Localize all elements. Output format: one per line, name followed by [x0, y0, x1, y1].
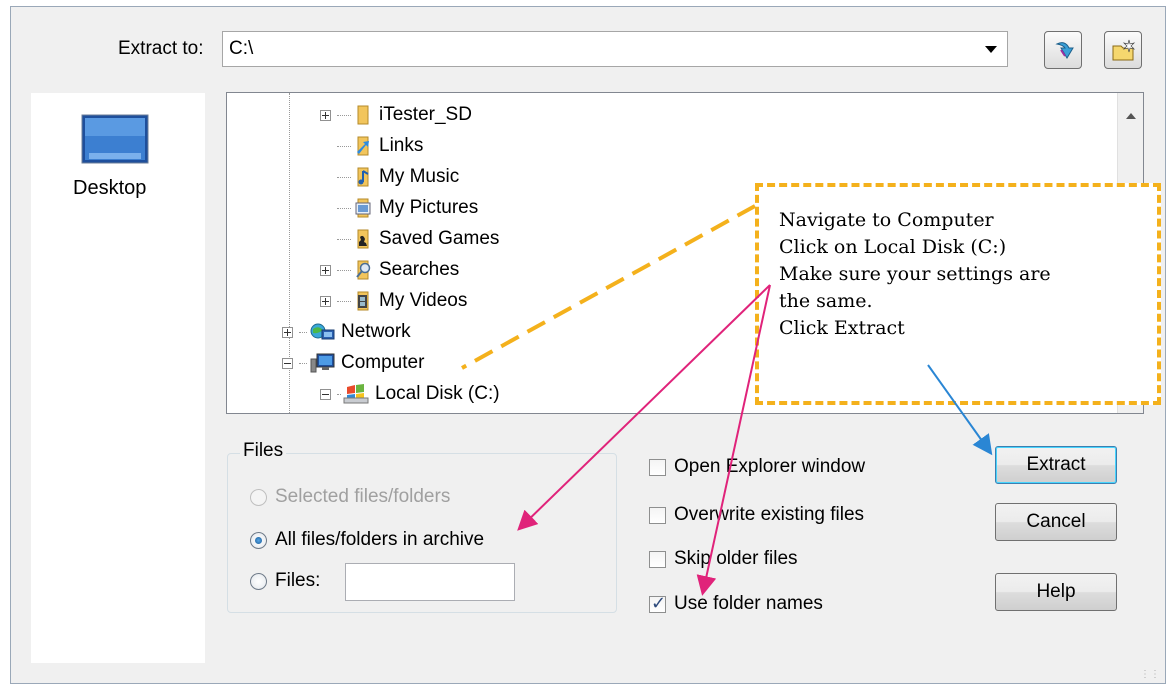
checkbox[interactable] — [649, 506, 666, 524]
tree-item-computer[interactable]: Computer — [282, 349, 424, 377]
network-icon — [309, 322, 335, 342]
tree-item-network[interactable]: Network — [282, 318, 411, 346]
instruction-callout: Navigate to Computer Click on Local Disk… — [755, 183, 1161, 405]
checkbox[interactable] — [649, 458, 666, 476]
desktop-icon[interactable] — [81, 113, 149, 171]
up-folder-button[interactable] — [1044, 31, 1082, 69]
saved-games-folder-icon — [353, 229, 373, 249]
skip-older-label[interactable]: Skip older files — [674, 548, 798, 570]
callout-line: Make sure your settings are — [779, 263, 1051, 285]
resize-grip-icon[interactable]: ⋮⋮ — [1140, 669, 1160, 680]
local-disk-icon — [343, 384, 369, 404]
tree-item-itester-sd[interactable]: iTester_SD — [320, 101, 472, 129]
checkbox-overwrite[interactable]: Overwrite existing files — [649, 504, 864, 526]
checkbox[interactable] — [649, 550, 666, 568]
computer-icon — [309, 353, 335, 373]
radio-selected-files-label: Selected files/folders — [275, 486, 451, 507]
use-folder-names-label[interactable]: Use folder names — [674, 593, 823, 615]
checkbox-use-folder-names[interactable]: Use folder names — [649, 593, 823, 615]
radio-all-files[interactable]: All files/folders in archive — [250, 529, 484, 551]
callout-line: the same. — [779, 290, 873, 312]
tree-item-my-pictures[interactable]: My Pictures — [320, 194, 478, 222]
tree-item-searches[interactable]: Searches — [320, 256, 459, 284]
up-arrow-icon — [1055, 42, 1074, 59]
expand-icon[interactable] — [320, 264, 331, 276]
extract-button[interactable]: Extract — [995, 446, 1117, 484]
expand-icon[interactable] — [320, 109, 331, 121]
expand-icon[interactable] — [320, 295, 331, 307]
dropdown-arrow-icon[interactable] — [985, 46, 997, 53]
collapse-icon[interactable] — [320, 388, 331, 400]
places-bar: Desktop — [31, 93, 205, 663]
pictures-folder-icon — [353, 198, 373, 218]
radio-all-files-label[interactable]: All files/folders in archive — [275, 529, 484, 551]
new-folder-icon — [1112, 39, 1136, 61]
radio-selected-files: Selected files/folders — [250, 486, 450, 508]
checkbox[interactable] — [649, 593, 666, 614]
videos-folder-icon — [353, 291, 373, 311]
callout-line: Navigate to Computer — [779, 209, 994, 231]
radio-files[interactable]: Files: — [250, 570, 320, 592]
files-group-title: Files — [240, 440, 287, 462]
extract-path-combobox[interactable]: C:\ — [222, 31, 1008, 67]
searches-folder-icon — [353, 260, 373, 280]
callout-line: Click on Local Disk (C:) — [779, 236, 1007, 258]
collapse-icon[interactable] — [282, 357, 293, 369]
radio-files-label[interactable]: Files: — [275, 570, 320, 592]
desktop-label[interactable]: Desktop — [73, 177, 146, 200]
overwrite-label[interactable]: Overwrite existing files — [674, 504, 864, 526]
radio-button[interactable] — [250, 572, 267, 590]
expand-icon[interactable] — [282, 326, 293, 338]
checkbox-skip-older[interactable]: Skip older files — [649, 548, 798, 570]
scroll-up-arrow-icon[interactable] — [1126, 113, 1136, 119]
callout-line: Click Extract — [779, 317, 905, 339]
music-folder-icon — [353, 167, 373, 187]
extract-path-value: C:\ — [229, 38, 254, 59]
open-explorer-label[interactable]: Open Explorer window — [674, 456, 865, 478]
new-folder-button[interactable] — [1104, 31, 1142, 69]
checkbox-open-explorer[interactable]: Open Explorer window — [649, 456, 865, 478]
tree-item-my-music[interactable]: My Music — [320, 163, 459, 191]
radio-button[interactable] — [250, 531, 267, 549]
cancel-button[interactable]: Cancel — [995, 503, 1117, 541]
tree-item-my-videos[interactable]: My Videos — [320, 287, 467, 315]
radio-button — [250, 488, 267, 506]
tree-item-links[interactable]: Links — [320, 132, 423, 160]
links-folder-icon — [353, 136, 373, 156]
help-button[interactable]: Help — [995, 573, 1117, 611]
files-input[interactable] — [345, 563, 515, 601]
tree-item-local-disk-c[interactable]: Local Disk (C:) — [320, 380, 500, 408]
extract-to-label: Extract to: — [118, 38, 204, 59]
folder-icon — [353, 105, 373, 125]
tree-item-saved-games[interactable]: Saved Games — [320, 225, 499, 253]
